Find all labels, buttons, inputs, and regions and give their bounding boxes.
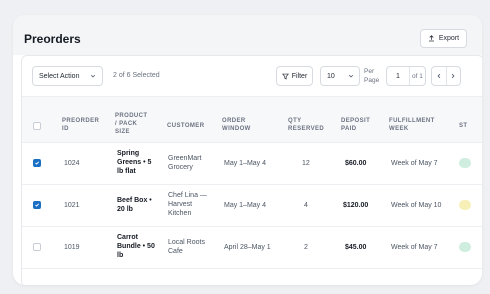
select-action-dropdown[interactable]: Select Action [32, 66, 103, 86]
column-header-product[interactable]: PRODUCT / PACK SIZE [115, 112, 151, 136]
filter-label: Filter [291, 72, 308, 80]
deposit-paid: $60.00 [345, 160, 367, 167]
prev-page-button[interactable] [432, 67, 447, 85]
order-window: May 1–May 4 [224, 160, 267, 167]
fulfillment-week: Week of May 10 [391, 202, 442, 209]
column-header-fulfillment-week[interactable]: FULFILLMENT WEEK [389, 117, 439, 133]
upload-icon [428, 35, 434, 42]
pager [431, 66, 461, 86]
filter-icon [281, 73, 289, 80]
select-all-checkbox[interactable] [33, 122, 41, 130]
fulfillment-week: Week of May 7 [391, 160, 438, 167]
export-label: Export [438, 35, 460, 42]
preorders-card: Preorders Export Select Action 2 of 6 Se… [13, 15, 482, 285]
product-name: Beef Box • 20 lb [117, 197, 152, 213]
deposit-paid: $120.00 [343, 202, 369, 209]
select-action-label: Select Action [39, 72, 80, 80]
order-window: May 1–May 4 [224, 202, 267, 209]
checkmark-icon [35, 161, 40, 165]
checkmark-icon [35, 203, 40, 207]
chevron-left-icon [437, 73, 441, 79]
toolbar: Select Action 2 of 6 Selected Filter 10 … [22, 56, 482, 96]
page-of: of 1 [412, 73, 423, 80]
column-header-preorder-id[interactable]: PREORDER ID [62, 117, 102, 133]
chevron-right-icon [451, 73, 455, 79]
preorder-id: 1024 [64, 160, 80, 167]
preorder-id: 1019 [64, 244, 80, 251]
product-name: Carrot Bundle • 50 lb [117, 234, 155, 259]
preorder-id: 1021 [64, 202, 80, 209]
page-title: Preorders [24, 32, 81, 46]
qty-reserved: 2 [304, 244, 308, 251]
chevron-down-icon [348, 74, 354, 78]
table-panel: Select Action 2 of 6 Selected Filter 10 … [21, 55, 482, 285]
fulfillment-week: Week of May 7 [391, 244, 438, 251]
column-header-status[interactable]: ST [459, 122, 467, 130]
chevron-down-icon [90, 74, 96, 78]
row-checkbox[interactable] [33, 243, 41, 251]
customer-name: Chef Lina — Harvest Kitchen [168, 192, 207, 217]
customer-name: GreenMart Grocery [168, 155, 202, 171]
next-page-button[interactable] [446, 67, 460, 85]
order-window: April 28–May 1 [224, 244, 271, 251]
status-badge [459, 200, 471, 210]
qty-reserved: 4 [304, 202, 308, 209]
column-header-order-window[interactable]: ORDER WINDOW [222, 117, 262, 133]
per-page-value: 10 [327, 72, 335, 80]
column-header-deposit-paid[interactable]: DEPOSIT PAID [341, 117, 377, 133]
column-header-qty-reserved[interactable]: QTY RESERVED [288, 117, 328, 133]
row-checkbox[interactable] [33, 201, 41, 209]
page-number-input[interactable]: 1 of 1 [386, 66, 426, 86]
deposit-paid: $45.00 [345, 244, 367, 251]
product-name: Spring Greens • 5 lb flat [117, 150, 152, 175]
table-row[interactable]: 1021 Beef Box • 20 lb Chef Lina — Harves… [22, 184, 482, 227]
header-band [13, 15, 482, 55]
page-number: 1 [396, 73, 400, 80]
status-badge [459, 158, 471, 168]
filter-button[interactable]: Filter [276, 66, 313, 86]
table-row[interactable]: 1019 Carrot Bundle • 50 lb Local Roots C… [22, 226, 482, 269]
column-header-customer[interactable]: CUSTOMER [167, 122, 217, 130]
table-row[interactable]: 1024 Spring Greens • 5 lb flat GreenMart… [22, 142, 482, 185]
per-page-label: Per Page [364, 68, 380, 84]
status-badge [459, 242, 471, 252]
selected-count: 2 of 6 Selected [113, 72, 160, 79]
table-header: PREORDER ID PRODUCT / PACK SIZE CUSTOMER… [22, 96, 482, 143]
per-page-select[interactable]: 10 [320, 66, 360, 86]
row-checkbox[interactable] [33, 159, 41, 167]
customer-name: Local Roots Cafe [168, 239, 205, 255]
qty-reserved: 12 [302, 160, 310, 167]
page-input-divider [409, 67, 410, 85]
export-button[interactable]: Export [420, 29, 467, 48]
